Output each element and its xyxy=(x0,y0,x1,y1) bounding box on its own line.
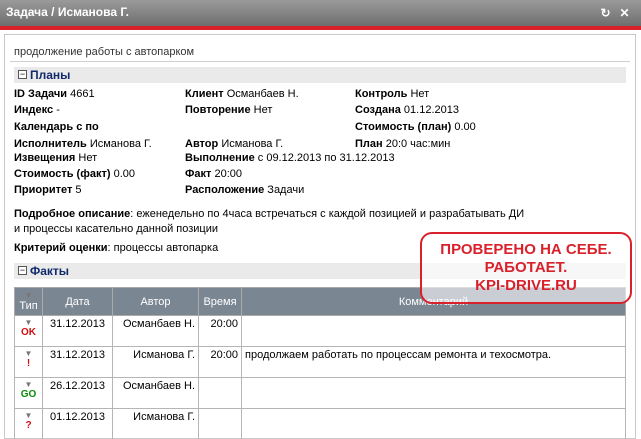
expand-arrow-icon[interactable]: ▼ xyxy=(18,318,39,327)
field-notifications: Извещения Нет xyxy=(14,152,98,164)
sort-arrow-icon: ▼ xyxy=(24,291,33,300)
fact-comment xyxy=(241,408,626,439)
col-author[interactable]: Автор xyxy=(112,287,199,316)
field-priority: Приоритет 5 xyxy=(14,184,82,196)
field-fact: Факт 20:00 xyxy=(185,168,242,180)
fact-date: 31.12.2013 xyxy=(42,346,113,378)
field-index: Индекс - xyxy=(14,104,60,116)
fact-author: Османбаев Н. xyxy=(112,377,199,409)
fact-time xyxy=(198,408,242,439)
field-cost-plan: Стоимость (план) 0.00 xyxy=(355,121,476,133)
field-cost-fact: Стоимость (факт) 0.00 xyxy=(14,168,136,180)
table-row[interactable]: ▼ GO 26.12.2013 Османбаев Н. xyxy=(14,377,626,409)
fact-date: 26.12.2013 xyxy=(42,377,113,409)
stamp-line: ПРОВЕРЕНО НА СЕБЕ. xyxy=(440,241,612,258)
title-accent-line xyxy=(0,26,641,30)
field-location: Расположение Задачи xyxy=(185,184,305,196)
field-repeat: Повторение Нет xyxy=(185,104,273,116)
fact-type-badge: GO xyxy=(20,389,37,400)
expand-arrow-icon[interactable]: ▼ xyxy=(18,349,39,358)
field-client: Клиент Османбаев Н. xyxy=(185,88,299,100)
fact-time: 20:00 xyxy=(198,315,242,347)
task-subtitle: продолжение работы с автопарком xyxy=(14,46,195,58)
field-task-id: ID Задачи 4661 xyxy=(14,88,95,100)
field-description-cont: и процессы касательно данной позиции xyxy=(14,223,218,235)
col-time[interactable]: Время xyxy=(198,287,242,316)
verified-stamp: ПРОВЕРЕНО НА СЕБЕ. РАБОТАЕТ. KPI-DRIVE.R… xyxy=(420,232,632,304)
titlebar-icons: ↻ ✕ xyxy=(599,6,631,20)
facts-table: ▼Тип Дата Автор Время Комментарий ▼OK 31… xyxy=(14,287,626,439)
table-row[interactable]: ▼? 01.12.2013 Исманова Г. xyxy=(14,408,626,439)
fact-time xyxy=(198,377,242,409)
fact-author: Исманова Г. xyxy=(112,408,199,439)
collapse-icon[interactable]: − xyxy=(18,266,27,275)
field-description: Подробное описание: еженедельно по 4часа… xyxy=(14,208,525,220)
table-row[interactable]: ▼ OK 31.12.2013 Османбаев Н. 20:00 xyxy=(14,315,626,347)
fact-type-badge: ! xyxy=(26,358,31,369)
close-icon[interactable]: ✕ xyxy=(618,6,631,20)
fact-author: Исманова Г. xyxy=(112,346,199,378)
facts-section-label: Факты xyxy=(30,264,70,278)
fact-author: Османбаев Н. xyxy=(112,315,199,347)
fact-comment xyxy=(241,377,626,409)
field-execution: Выполнение с 09.12.2013 по 31.12.2013 xyxy=(185,152,395,164)
plans-section-label: Планы xyxy=(30,68,71,82)
col-type[interactable]: ▼ Тип xyxy=(14,287,43,316)
field-calendar: Календарь с по xyxy=(14,121,99,133)
table-row[interactable]: ▼! 31.12.2013 Исманова Г. 20:00 продолжа… xyxy=(14,346,626,378)
subtitle-divider xyxy=(10,61,630,62)
stamp-line: KPI-DRIVE.RU xyxy=(475,277,577,294)
expand-arrow-icon[interactable]: ▼ xyxy=(18,411,39,420)
fact-comment: продолжаем работать по процессам ремонта… xyxy=(241,346,626,378)
collapse-icon[interactable]: − xyxy=(18,70,27,79)
field-criteria: Критерий оценки: процессы автопарка xyxy=(14,242,219,254)
field-plan: План 20:0 час:мин xyxy=(355,138,451,150)
fact-date: 31.12.2013 xyxy=(42,315,113,347)
fact-time: 20:00 xyxy=(198,346,242,378)
plans-section-header[interactable]: − Планы xyxy=(14,67,626,83)
fact-type-badge: OK xyxy=(21,327,36,338)
col-date[interactable]: Дата xyxy=(42,287,113,316)
expand-arrow-icon[interactable]: ▼ xyxy=(18,380,39,389)
fact-comment xyxy=(241,315,626,347)
fact-date: 01.12.2013 xyxy=(42,408,113,439)
field-author: Автор Исманова Г. xyxy=(185,138,284,150)
window-title: Задача / Исманова Г. xyxy=(6,5,129,19)
stamp-line: РАБОТАЕТ. xyxy=(484,259,568,276)
refresh-icon[interactable]: ↻ xyxy=(599,6,612,20)
field-executor: Исполнитель Исманова Г. xyxy=(14,138,152,150)
fact-type-badge: ? xyxy=(25,420,32,431)
window-titlebar: Задача / Исманова Г. ↻ ✕ xyxy=(0,0,641,26)
field-control: Контроль Нет xyxy=(355,88,430,100)
field-created: Создана 01.12.2013 xyxy=(355,104,459,116)
